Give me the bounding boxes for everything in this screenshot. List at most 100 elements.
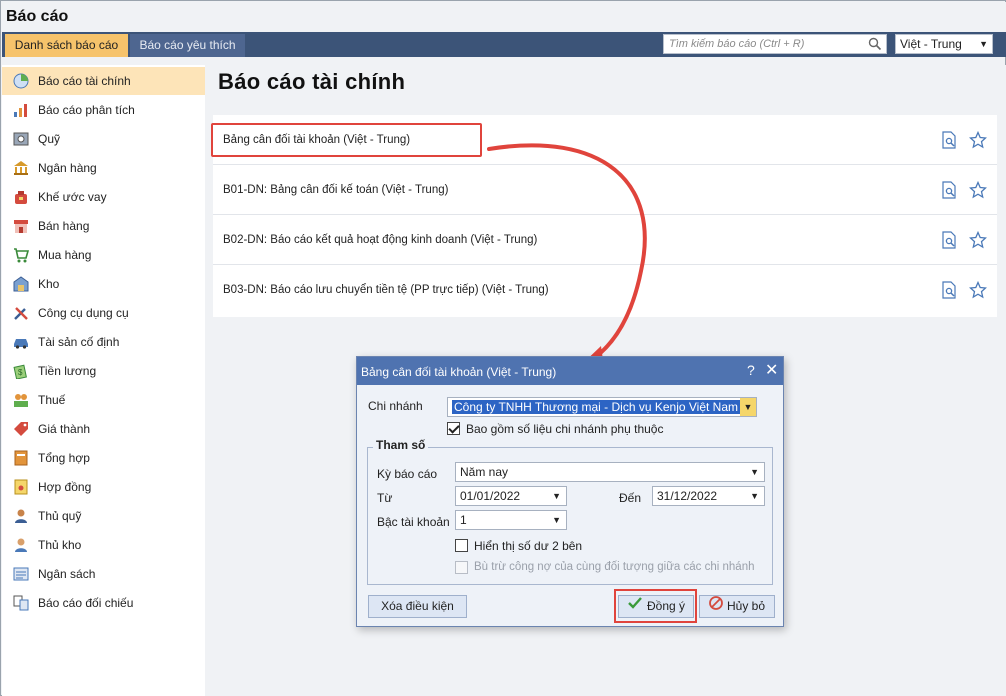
sidebar-item-label: Ngân sách [38, 567, 96, 581]
include-dependent-label: Bao gồm số liệu chi nhánh phụ thuộc [466, 422, 664, 436]
sidebar-item-cost-price[interactable]: Giá thành [2, 415, 205, 443]
favorite-star-icon[interactable] [968, 280, 988, 302]
include-dependent-checkbox[interactable] [447, 422, 460, 435]
safe-icon [12, 130, 30, 148]
svg-text:$: $ [18, 368, 23, 377]
cancel-button[interactable]: Hủy bỏ [699, 595, 775, 618]
pie-chart-icon [12, 72, 30, 90]
store-icon [12, 217, 30, 235]
show-dual-balance-label: Hiển thị số dư 2 bên [474, 539, 583, 553]
sidebar-item-tax[interactable]: Thuế [2, 386, 205, 414]
branch-select[interactable]: Công ty TNHH Thương mại - Dịch vụ Kenjo … [447, 397, 757, 417]
chevron-down-icon[interactable]: ▼ [740, 398, 756, 416]
page-title: Báo cáo tài chính [218, 69, 406, 94]
search-input[interactable] [664, 35, 860, 53]
sidebar-item-label: Tiền lương [38, 364, 97, 378]
params-title: Tham số [373, 438, 429, 452]
sidebar-item-label: Thuế [38, 393, 66, 407]
sidebar-item-cashier[interactable]: Thủ quỹ [2, 502, 205, 530]
sidebar-item-general[interactable]: Tổng hợp [2, 444, 205, 472]
from-date-value: 01/01/2022 [460, 489, 521, 503]
sidebar-item-bank[interactable]: Ngân hàng [2, 154, 205, 182]
period-label: Kỳ báo cáo [377, 467, 438, 481]
sidebar-item-label: Thủ kho [38, 538, 82, 552]
sidebar-item-reconciliation[interactable]: Báo cáo đối chiếu [2, 589, 205, 617]
preview-icon[interactable] [941, 281, 957, 302]
cancel-icon [709, 596, 723, 617]
from-date-picker[interactable]: 01/01/2022 ▼ [455, 486, 567, 506]
preview-icon[interactable] [941, 231, 957, 252]
cashier-icon [12, 507, 30, 525]
sidebar-item-loan[interactable]: Khế ước vay [2, 183, 205, 211]
preview-icon[interactable] [941, 131, 957, 152]
help-icon[interactable]: ? [747, 362, 755, 378]
cancel-label: Hủy bỏ [726, 599, 766, 613]
sidebar-item-label: Tài sản cố định [38, 335, 120, 349]
sidebar-item-fixed-assets[interactable]: Tài sản cố định [2, 328, 205, 356]
chevron-down-icon: ▼ [750, 491, 759, 501]
sidebar-item-label: Ngân hàng [38, 161, 97, 175]
sidebar-item-label: Kho [38, 277, 60, 291]
favorite-star-icon[interactable] [968, 180, 988, 202]
branch-value: Công ty TNHH Thương mại - Dịch vụ Kenjo … [452, 400, 741, 414]
from-label: Từ [377, 491, 393, 505]
tools-icon [12, 304, 30, 322]
contract-icon [12, 478, 30, 496]
car-icon [12, 333, 30, 351]
clear-conditions-button[interactable]: Xóa điều kiện [368, 595, 467, 618]
sidebar-item-cash[interactable]: Quỹ [2, 125, 205, 153]
sidebar-item-financial-reports[interactable]: Báo cáo tài chính [2, 67, 205, 95]
sidebar-item-tools[interactable]: Công cụ dụng cụ [2, 299, 205, 327]
report-row[interactable]: B01-DN: Bảng cân đối kế toán (Việt - Tru… [213, 165, 997, 215]
language-select[interactable]: Việt - Trung ▼ [895, 34, 993, 54]
branch-label: Chi nhánh [368, 399, 423, 413]
account-level-label: Bậc tài khoản [377, 515, 450, 529]
sidebar-item-label: Báo cáo tài chính [38, 74, 131, 88]
chevron-down-icon: ▼ [552, 491, 561, 501]
sidebar-item-warehouse[interactable]: Kho [2, 270, 205, 298]
sidebar-item-label: Hợp đồng [38, 480, 92, 494]
to-label-text: Đến [619, 491, 642, 505]
search-box[interactable] [663, 34, 887, 54]
to-date-picker[interactable]: 31/12/2022 ▼ [652, 486, 765, 506]
search-icon[interactable] [868, 37, 882, 54]
sidebar-item-label: Bán hàng [38, 219, 90, 233]
offset-debt-checkbox [455, 561, 468, 574]
sidebar-item-purchase[interactable]: Mua hàng [2, 241, 205, 269]
dialog-title: Bảng cân đối tài khoản (Việt - Trung) [361, 365, 557, 379]
tab-report-list[interactable]: Danh sách báo cáo [5, 34, 128, 57]
loan-bag-icon [12, 188, 30, 206]
sidebar-item-storekeeper[interactable]: Thủ kho [2, 531, 205, 559]
preview-icon[interactable] [941, 181, 957, 202]
compare-icon [12, 594, 30, 612]
favorite-star-icon[interactable] [968, 230, 988, 252]
app-window: Báo cáo Danh sách báo cáo Báo cáo yêu th… [0, 0, 1006, 696]
highlight-box-report [211, 123, 482, 157]
warehouse-icon [12, 275, 30, 293]
report-row[interactable]: B03-DN: Báo cáo lưu chuyển tiền tệ (PP t… [213, 265, 997, 315]
highlight-box-ok [614, 589, 697, 623]
period-select[interactable]: Năm nay ▼ [455, 462, 765, 482]
report-name[interactable]: B01-DN: Bảng cân đối kế toán (Việt - Tru… [223, 184, 448, 196]
sidebar-item-payroll[interactable]: $ Tiền lương [2, 357, 205, 385]
show-dual-balance-checkbox[interactable] [455, 539, 468, 552]
app-title: Báo cáo [6, 8, 69, 25]
tab-favorite-reports[interactable]: Báo cáo yêu thích [130, 34, 245, 57]
report-row[interactable]: B02-DN: Báo cáo kết quả hoạt động kinh d… [213, 215, 997, 265]
report-name[interactable]: B02-DN: Báo cáo kết quả hoạt động kinh d… [223, 234, 537, 246]
sidebar-item-contract[interactable]: Hợp đồng [2, 473, 205, 501]
budget-icon [12, 565, 30, 583]
period-value: Năm nay [460, 465, 509, 479]
sidebar-item-label: Tổng hợp [38, 451, 90, 465]
account-level-select[interactable]: 1 ▼ [455, 510, 567, 530]
sidebar-item-budget[interactable]: Ngân sách [2, 560, 205, 588]
report-name[interactable]: B03-DN: Báo cáo lưu chuyển tiền tệ (PP t… [223, 284, 549, 296]
close-icon[interactable]: ✕ [765, 360, 778, 380]
sidebar-item-sales[interactable]: Bán hàng [2, 212, 205, 240]
chevron-down-icon: ▼ [552, 515, 561, 525]
favorite-star-icon[interactable] [968, 130, 988, 152]
sidebar-item-analysis-reports[interactable]: Báo cáo phân tích [2, 96, 205, 124]
sidebar-item-label: Công cụ dụng cụ [38, 306, 129, 320]
price-tag-icon [12, 420, 30, 438]
sidebar-item-label: Thủ quỹ [38, 509, 82, 523]
